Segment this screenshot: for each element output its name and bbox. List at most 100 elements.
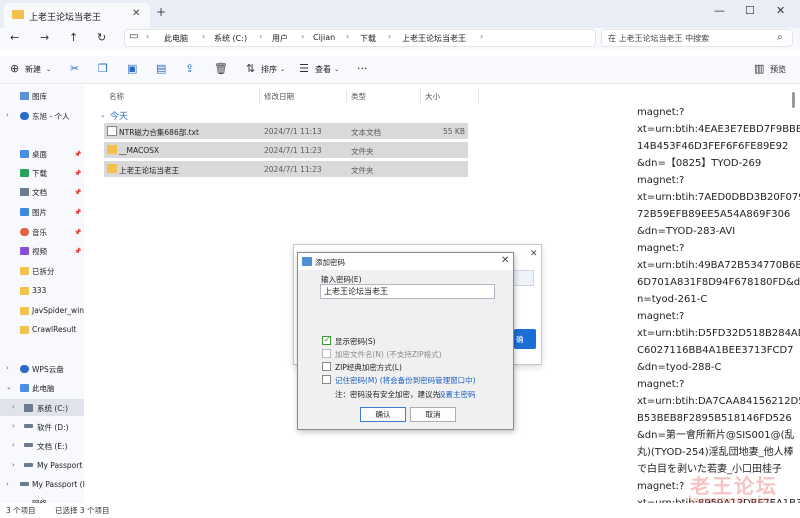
- sidebar-item-my-passport-2[interactable]: My Passport (I: [32, 480, 85, 489]
- paste-icon[interactable]: ▣: [127, 62, 137, 75]
- sidebar-item-crawlresult[interactable]: CrawlResult: [32, 325, 76, 334]
- gallery-icon: [20, 92, 29, 100]
- close-window-button[interactable]: ✕: [776, 4, 785, 17]
- search-input[interactable]: 在 上老王论坛当老王 中搜索: [608, 33, 709, 44]
- group-header-today[interactable]: 今天: [110, 109, 128, 122]
- chevron-right-icon[interactable]: ›: [6, 480, 9, 488]
- file-date: 2024/7/1 11:23: [264, 146, 322, 155]
- sidebar-item-videos[interactable]: 视频: [32, 246, 47, 257]
- breadcrumb-downloads[interactable]: 下载: [360, 33, 376, 44]
- search-box[interactable]: 在 上老王论坛当老王 中搜索 ⌕: [601, 29, 793, 47]
- back-arrow-icon[interactable]: ←: [10, 31, 19, 44]
- sort-button[interactable]: 排序: [261, 64, 277, 75]
- sidebar-item-desktop[interactable]: 桌面: [32, 149, 47, 160]
- cancel-button[interactable]: 取消: [410, 407, 456, 422]
- folder-icon: [20, 267, 29, 275]
- sidebar-item-wps-cloud[interactable]: WPS云盘: [32, 364, 64, 375]
- share-icon[interactable]: ⇪: [185, 62, 194, 75]
- sidebar-item-this-pc[interactable]: 此电脑: [32, 383, 55, 394]
- drive-icon: [24, 463, 33, 467]
- chevron-right-icon[interactable]: ›: [12, 441, 15, 449]
- chevron-down-icon[interactable]: ⌄: [6, 383, 12, 391]
- remember-password-label[interactable]: 记住密码(M) (将会备份到密码管理窗口中): [335, 375, 476, 386]
- new-tab-button[interactable]: +: [156, 5, 166, 19]
- archive-icon: [302, 257, 312, 266]
- column-header-size[interactable]: 大小: [425, 91, 440, 102]
- preview-button[interactable]: 预览: [770, 64, 786, 75]
- chevron-right-icon[interactable]: ›: [6, 111, 9, 119]
- forward-arrow-icon[interactable]: →: [40, 31, 49, 44]
- cut-icon[interactable]: ✂: [70, 62, 79, 75]
- pin-icon: 📌: [74, 189, 82, 196]
- sidebar-item-c-drive[interactable]: 系统 (C:): [37, 403, 68, 414]
- breadcrumb-users[interactable]: 用户: [272, 33, 288, 44]
- chevron-right-icon[interactable]: ›: [6, 364, 9, 372]
- chevron-right-icon[interactable]: ›: [12, 403, 15, 411]
- tab-current-folder[interactable]: 上老王论坛当老王 ✕: [4, 3, 150, 28]
- tab-title: 上老王论坛当老王: [29, 13, 102, 23]
- encrypt-filenames-checkbox[interactable]: [322, 349, 331, 358]
- new-button[interactable]: 新建: [25, 64, 41, 75]
- pin-icon: 📌: [74, 229, 82, 236]
- set-master-password-link[interactable]: 设置主密码: [438, 389, 476, 400]
- tab-close-icon[interactable]: ✕: [132, 8, 140, 19]
- breadcrumb-c-drive[interactable]: 系统 (C:): [214, 33, 247, 44]
- preview-scrollbar[interactable]: [792, 92, 795, 108]
- pin-icon: 📌: [74, 151, 82, 158]
- copy-icon[interactable]: ❐: [98, 62, 108, 75]
- dialog-title-bar: 添加密码 ✕: [298, 253, 513, 270]
- more-options-button[interactable]: ···: [357, 62, 368, 75]
- chevron-down-icon[interactable]: ⌄: [100, 111, 106, 119]
- column-divider[interactable]: [420, 89, 421, 103]
- close-icon[interactable]: ✕: [530, 249, 538, 259]
- up-arrow-icon[interactable]: ↑: [69, 31, 78, 44]
- sidebar-item-pictures[interactable]: 图片: [32, 207, 47, 218]
- chevron-down-icon: ⌄: [280, 66, 286, 73]
- breadcrumb-user[interactable]: Cijian: [313, 33, 335, 42]
- item-count: 3 个项目: [6, 506, 36, 515]
- sidebar-item-music[interactable]: 音乐: [32, 227, 47, 238]
- view-button[interactable]: 查看: [315, 64, 331, 75]
- column-divider[interactable]: [478, 89, 479, 103]
- chevron-right-icon: ›: [346, 32, 350, 41]
- dialog-title: 添加密码: [315, 258, 345, 267]
- file-type: 文本文档: [351, 128, 381, 137]
- sidebar-item-split[interactable]: 已拆分: [32, 266, 55, 277]
- chevron-right-icon[interactable]: ›: [12, 461, 15, 469]
- zip-legacy-checkbox[interactable]: [322, 362, 331, 371]
- sidebar-item-onedrive[interactable]: 东旭 - 个人: [32, 111, 69, 122]
- ok-button[interactable]: 确认: [360, 407, 406, 422]
- maximize-button[interactable]: ☐: [745, 4, 755, 17]
- column-header-name[interactable]: 名称: [109, 91, 124, 102]
- password-input[interactable]: [320, 284, 495, 299]
- sidebar-item-my-passport[interactable]: My Passport: [37, 461, 82, 470]
- sidebar-item-333[interactable]: 333: [32, 286, 46, 295]
- sidebar-item-downloads[interactable]: 下载: [32, 168, 47, 179]
- folder-icon: [12, 10, 24, 19]
- remember-password-checkbox[interactable]: [322, 375, 331, 384]
- breadcrumb-current[interactable]: 上老王论坛当老王: [402, 33, 466, 44]
- rename-icon[interactable]: ▤: [156, 62, 166, 75]
- minimize-button[interactable]: —: [714, 4, 725, 17]
- preview-pane-text: magnet:? xt=urn:btih:4EAE3E7EBD7F9BBB 14…: [637, 107, 800, 509]
- encrypt-filenames-label: 加密文件名(N) (不支持ZIP格式): [335, 350, 442, 359]
- folder-icon: [20, 287, 29, 295]
- column-divider[interactable]: [346, 89, 347, 103]
- column-header-modified[interactable]: 修改日期: [264, 91, 294, 102]
- sidebar-item-e-drive[interactable]: 文档 (E:): [37, 441, 68, 452]
- breadcrumb-this-pc[interactable]: 此电脑: [164, 33, 188, 44]
- refresh-icon[interactable]: ↻: [97, 31, 106, 44]
- show-password-checkbox[interactable]: [322, 335, 331, 345]
- column-header-type[interactable]: 类型: [351, 91, 366, 102]
- sidebar-item-documents[interactable]: 文档: [32, 187, 47, 198]
- background-confirm-button[interactable]: 确: [514, 329, 536, 349]
- sidebar-item-d-drive[interactable]: 软件 (D:): [37, 422, 69, 433]
- chevron-right-icon: ›: [301, 32, 305, 41]
- dialog-close-icon[interactable]: ✕: [501, 255, 509, 266]
- chevron-right-icon[interactable]: ›: [12, 422, 15, 430]
- column-divider[interactable]: [259, 89, 260, 103]
- documents-icon: [20, 188, 29, 196]
- sidebar-item-gallery[interactable]: 图库: [32, 91, 47, 102]
- sidebar-item-javspider[interactable]: JavSpider_win: [32, 306, 84, 315]
- delete-icon[interactable]: 🗑: [214, 62, 228, 75]
